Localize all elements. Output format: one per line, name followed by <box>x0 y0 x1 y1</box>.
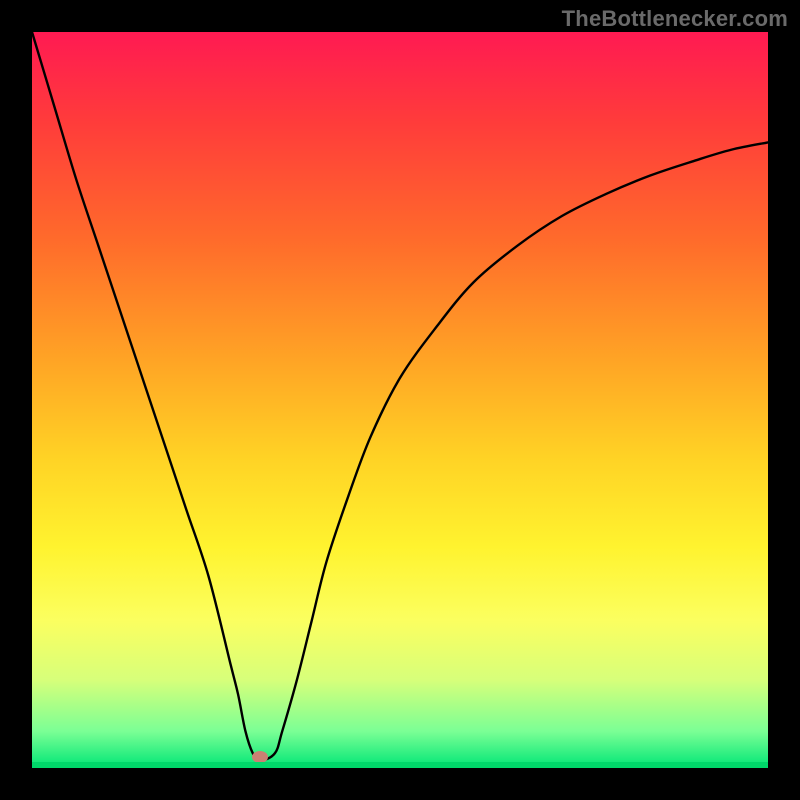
plot-area <box>32 32 768 768</box>
chart-container: TheBottlenecker.com <box>0 0 800 800</box>
watermark-text: TheBottlenecker.com <box>562 6 788 32</box>
bottleneck-curve <box>32 32 768 768</box>
optimal-point-marker <box>252 751 268 763</box>
